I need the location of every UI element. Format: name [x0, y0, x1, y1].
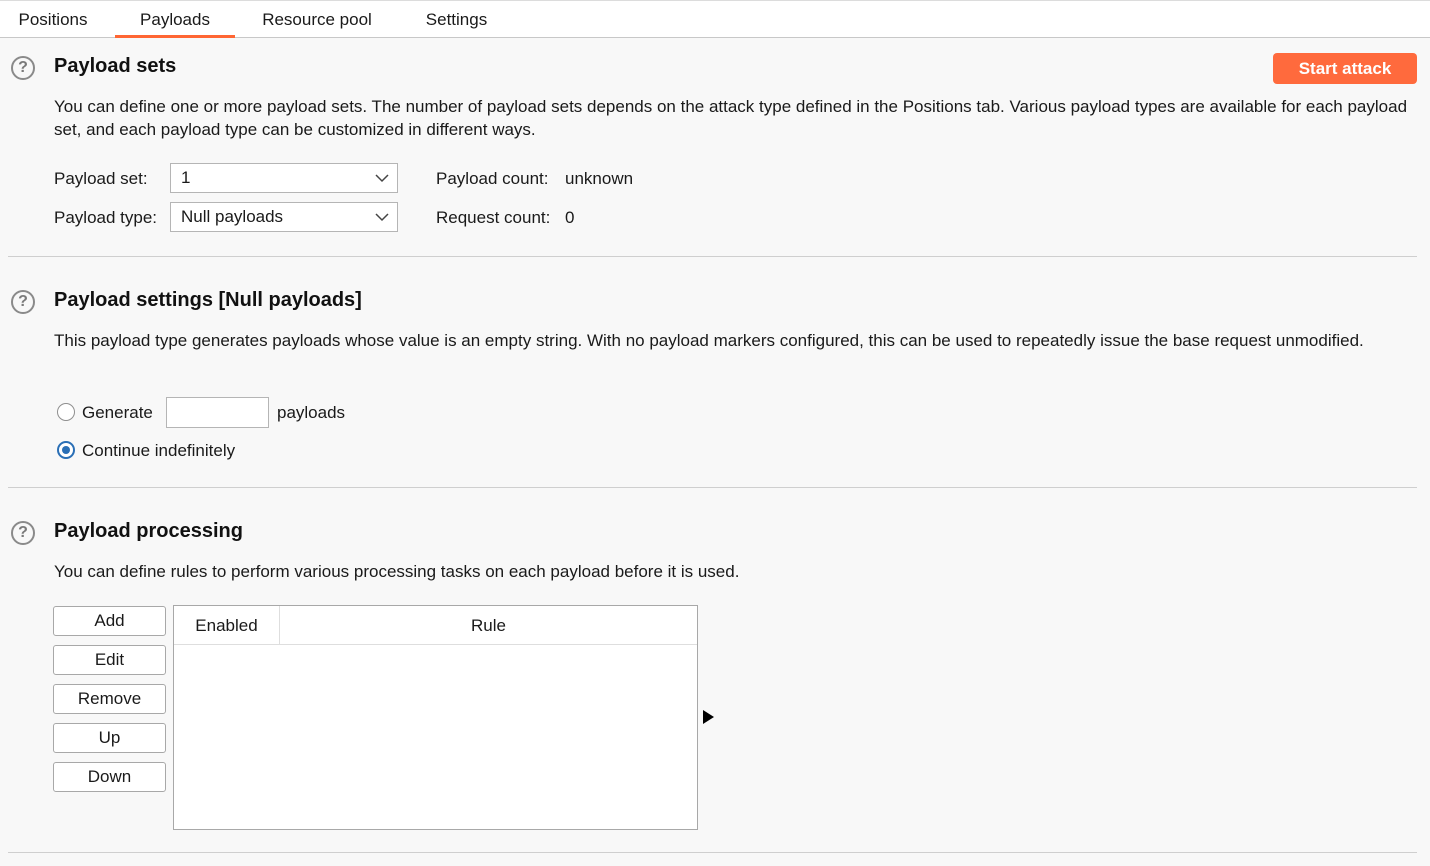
processing-rules-table[interactable]: Enabled Rule [173, 605, 698, 830]
add-button[interactable]: Add [53, 606, 166, 636]
tab-resource-pool[interactable]: Resource pool [244, 1, 390, 38]
expand-arrow-icon[interactable] [702, 710, 714, 724]
payload-count-value: unknown [565, 169, 634, 188]
tab-positions[interactable]: Positions [0, 1, 106, 38]
tab-settings[interactable]: Settings [400, 1, 513, 38]
tab-payloads[interactable]: Payloads [115, 1, 235, 38]
request-count-label: Request count: [436, 208, 551, 227]
section-divider [8, 852, 1417, 853]
continue-indefinitely-label: Continue indefinitely [82, 441, 236, 460]
remove-button[interactable]: Remove [53, 684, 166, 714]
payload-processing-description: You can define rules to perform various … [54, 562, 740, 581]
section-divider [8, 487, 1417, 488]
start-attack-button[interactable]: Start attack [1273, 53, 1417, 84]
payload-type-value: Null payloads [181, 207, 284, 226]
section-divider [8, 256, 1417, 257]
help-icon[interactable]: ? [11, 56, 35, 80]
edit-button[interactable]: Edit [53, 645, 166, 675]
request-count-value: 0 [565, 208, 575, 227]
help-icon[interactable]: ? [11, 521, 35, 545]
up-button[interactable]: Up [53, 723, 166, 753]
payload-sets-title: Payload sets [54, 55, 177, 77]
payload-sets-description: You can define one or more payload sets.… [54, 97, 1408, 139]
generate-radio[interactable] [57, 403, 75, 421]
payload-settings-title: Payload settings [Null payloads] [54, 289, 362, 311]
column-header-enabled[interactable]: Enabled [174, 606, 280, 644]
generate-count-input[interactable] [166, 397, 269, 428]
chevron-down-icon [375, 213, 389, 222]
column-header-rule[interactable]: Rule [280, 606, 697, 644]
payload-processing-title: Payload processing [54, 520, 243, 542]
generate-label: Generate [82, 403, 153, 422]
help-icon[interactable]: ? [11, 290, 35, 314]
table-header: Enabled Rule [174, 606, 697, 645]
payload-count-label: Payload count: [436, 169, 549, 188]
payload-set-label: Payload set: [54, 169, 148, 188]
chevron-down-icon [375, 174, 389, 183]
payload-settings-description: This payload type generates payloads who… [54, 331, 1364, 350]
down-button[interactable]: Down [53, 762, 166, 792]
payload-type-select[interactable]: Null payloads [170, 202, 398, 232]
continue-indefinitely-radio[interactable] [57, 441, 75, 459]
payload-set-value: 1 [181, 168, 191, 187]
payload-type-label: Payload type: [54, 208, 158, 227]
generate-suffix-label: payloads [277, 403, 346, 422]
payload-set-select[interactable]: 1 [170, 163, 398, 193]
tab-bar: Positions Payloads Resource pool Setting… [0, 0, 1430, 38]
